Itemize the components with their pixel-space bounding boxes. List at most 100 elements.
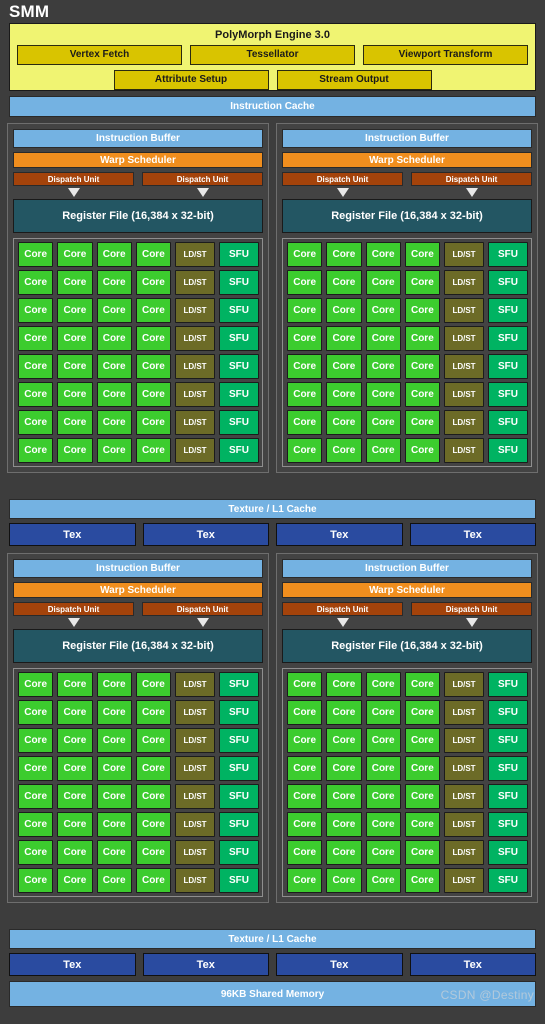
special-function-unit[interactable]: SFU: [219, 354, 259, 379]
core-unit[interactable]: Core: [57, 270, 93, 295]
core-unit[interactable]: Core: [135, 868, 171, 893]
core-unit[interactable]: Core: [404, 242, 440, 267]
core-unit[interactable]: Core: [287, 382, 323, 407]
core-unit[interactable]: Core: [326, 354, 362, 379]
core-unit[interactable]: Core: [365, 868, 401, 893]
core-unit[interactable]: Core: [404, 840, 440, 865]
core-unit[interactable]: Core: [57, 756, 93, 781]
core-unit[interactable]: Core: [135, 438, 171, 463]
core-unit[interactable]: Core: [18, 354, 54, 379]
special-function-unit[interactable]: SFU: [488, 354, 528, 379]
core-unit[interactable]: Core: [326, 840, 362, 865]
core-unit[interactable]: Core: [326, 326, 362, 351]
core-unit[interactable]: Core: [57, 812, 93, 837]
special-function-unit[interactable]: SFU: [219, 270, 259, 295]
texture-unit[interactable]: Tex: [142, 523, 269, 546]
load-store-unit[interactable]: LD/ST: [444, 728, 484, 753]
core-unit[interactable]: Core: [57, 382, 93, 407]
polymorph-unit-viewport-transform[interactable]: Viewport Transform: [363, 45, 528, 65]
core-unit[interactable]: Core: [404, 438, 440, 463]
core-unit[interactable]: Core: [18, 242, 54, 267]
core-unit[interactable]: Core: [404, 672, 440, 697]
core-unit[interactable]: Core: [57, 840, 93, 865]
core-unit[interactable]: Core: [365, 438, 401, 463]
core-unit[interactable]: Core: [18, 438, 54, 463]
texture-unit[interactable]: Tex: [9, 953, 136, 976]
core-unit[interactable]: Core: [18, 840, 54, 865]
load-store-unit[interactable]: LD/ST: [444, 270, 484, 295]
special-function-unit[interactable]: SFU: [488, 868, 528, 893]
load-store-unit[interactable]: LD/ST: [175, 298, 215, 323]
core-unit[interactable]: Core: [135, 784, 171, 809]
core-unit[interactable]: Core: [365, 382, 401, 407]
core-unit[interactable]: Core: [365, 354, 401, 379]
special-function-unit[interactable]: SFU: [488, 812, 528, 837]
core-unit[interactable]: Core: [135, 756, 171, 781]
core-unit[interactable]: Core: [18, 756, 54, 781]
core-unit[interactable]: Core: [365, 784, 401, 809]
core-unit[interactable]: Core: [96, 382, 132, 407]
special-function-unit[interactable]: SFU: [488, 270, 528, 295]
load-store-unit[interactable]: LD/ST: [175, 700, 215, 725]
load-store-unit[interactable]: LD/ST: [444, 298, 484, 323]
core-unit[interactable]: Core: [135, 672, 171, 697]
load-store-unit[interactable]: LD/ST: [175, 812, 215, 837]
special-function-unit[interactable]: SFU: [219, 410, 259, 435]
core-unit[interactable]: Core: [287, 410, 323, 435]
core-unit[interactable]: Core: [365, 326, 401, 351]
core-unit[interactable]: Core: [326, 382, 362, 407]
core-unit[interactable]: Core: [404, 326, 440, 351]
core-unit[interactable]: Core: [365, 812, 401, 837]
special-function-unit[interactable]: SFU: [488, 784, 528, 809]
core-unit[interactable]: Core: [365, 242, 401, 267]
core-unit[interactable]: Core: [135, 298, 171, 323]
core-unit[interactable]: Core: [365, 728, 401, 753]
core-unit[interactable]: Core: [57, 672, 93, 697]
core-unit[interactable]: Core: [365, 756, 401, 781]
core-unit[interactable]: Core: [96, 270, 132, 295]
core-unit[interactable]: Core: [287, 756, 323, 781]
special-function-unit[interactable]: SFU: [488, 382, 528, 407]
core-unit[interactable]: Core: [18, 672, 54, 697]
core-unit[interactable]: Core: [326, 756, 362, 781]
special-function-unit[interactable]: SFU: [488, 410, 528, 435]
core-unit[interactable]: Core: [365, 270, 401, 295]
core-unit[interactable]: Core: [57, 728, 93, 753]
load-store-unit[interactable]: LD/ST: [444, 326, 484, 351]
core-unit[interactable]: Core: [96, 672, 132, 697]
core-unit[interactable]: Core: [287, 812, 323, 837]
core-unit[interactable]: Core: [135, 700, 171, 725]
core-unit[interactable]: Core: [96, 784, 132, 809]
texture-unit[interactable]: Tex: [142, 953, 269, 976]
polymorph-unit-vertex-fetch[interactable]: Vertex Fetch: [17, 45, 182, 65]
load-store-unit[interactable]: LD/ST: [444, 438, 484, 463]
core-unit[interactable]: Core: [287, 868, 323, 893]
core-unit[interactable]: Core: [404, 382, 440, 407]
special-function-unit[interactable]: SFU: [219, 728, 259, 753]
load-store-unit[interactable]: LD/ST: [444, 242, 484, 267]
special-function-unit[interactable]: SFU: [219, 242, 259, 267]
core-unit[interactable]: Core: [365, 840, 401, 865]
special-function-unit[interactable]: SFU: [219, 756, 259, 781]
core-unit[interactable]: Core: [326, 868, 362, 893]
load-store-unit[interactable]: LD/ST: [444, 756, 484, 781]
core-unit[interactable]: Core: [18, 410, 54, 435]
polymorph-unit-stream-output[interactable]: Stream Output: [276, 70, 432, 90]
core-unit[interactable]: Core: [365, 672, 401, 697]
core-unit[interactable]: Core: [96, 242, 132, 267]
core-unit[interactable]: Core: [404, 298, 440, 323]
load-store-unit[interactable]: LD/ST: [444, 812, 484, 837]
core-unit[interactable]: Core: [18, 812, 54, 837]
special-function-unit[interactable]: SFU: [219, 812, 259, 837]
core-unit[interactable]: Core: [57, 784, 93, 809]
load-store-unit[interactable]: LD/ST: [175, 728, 215, 753]
load-store-unit[interactable]: LD/ST: [175, 326, 215, 351]
core-unit[interactable]: Core: [365, 410, 401, 435]
load-store-unit[interactable]: LD/ST: [175, 756, 215, 781]
core-unit[interactable]: Core: [404, 812, 440, 837]
core-unit[interactable]: Core: [135, 812, 171, 837]
load-store-unit[interactable]: LD/ST: [444, 672, 484, 697]
core-unit[interactable]: Core: [135, 242, 171, 267]
polymorph-unit-attribute-setup[interactable]: Attribute Setup: [113, 70, 269, 90]
core-unit[interactable]: Core: [57, 354, 93, 379]
